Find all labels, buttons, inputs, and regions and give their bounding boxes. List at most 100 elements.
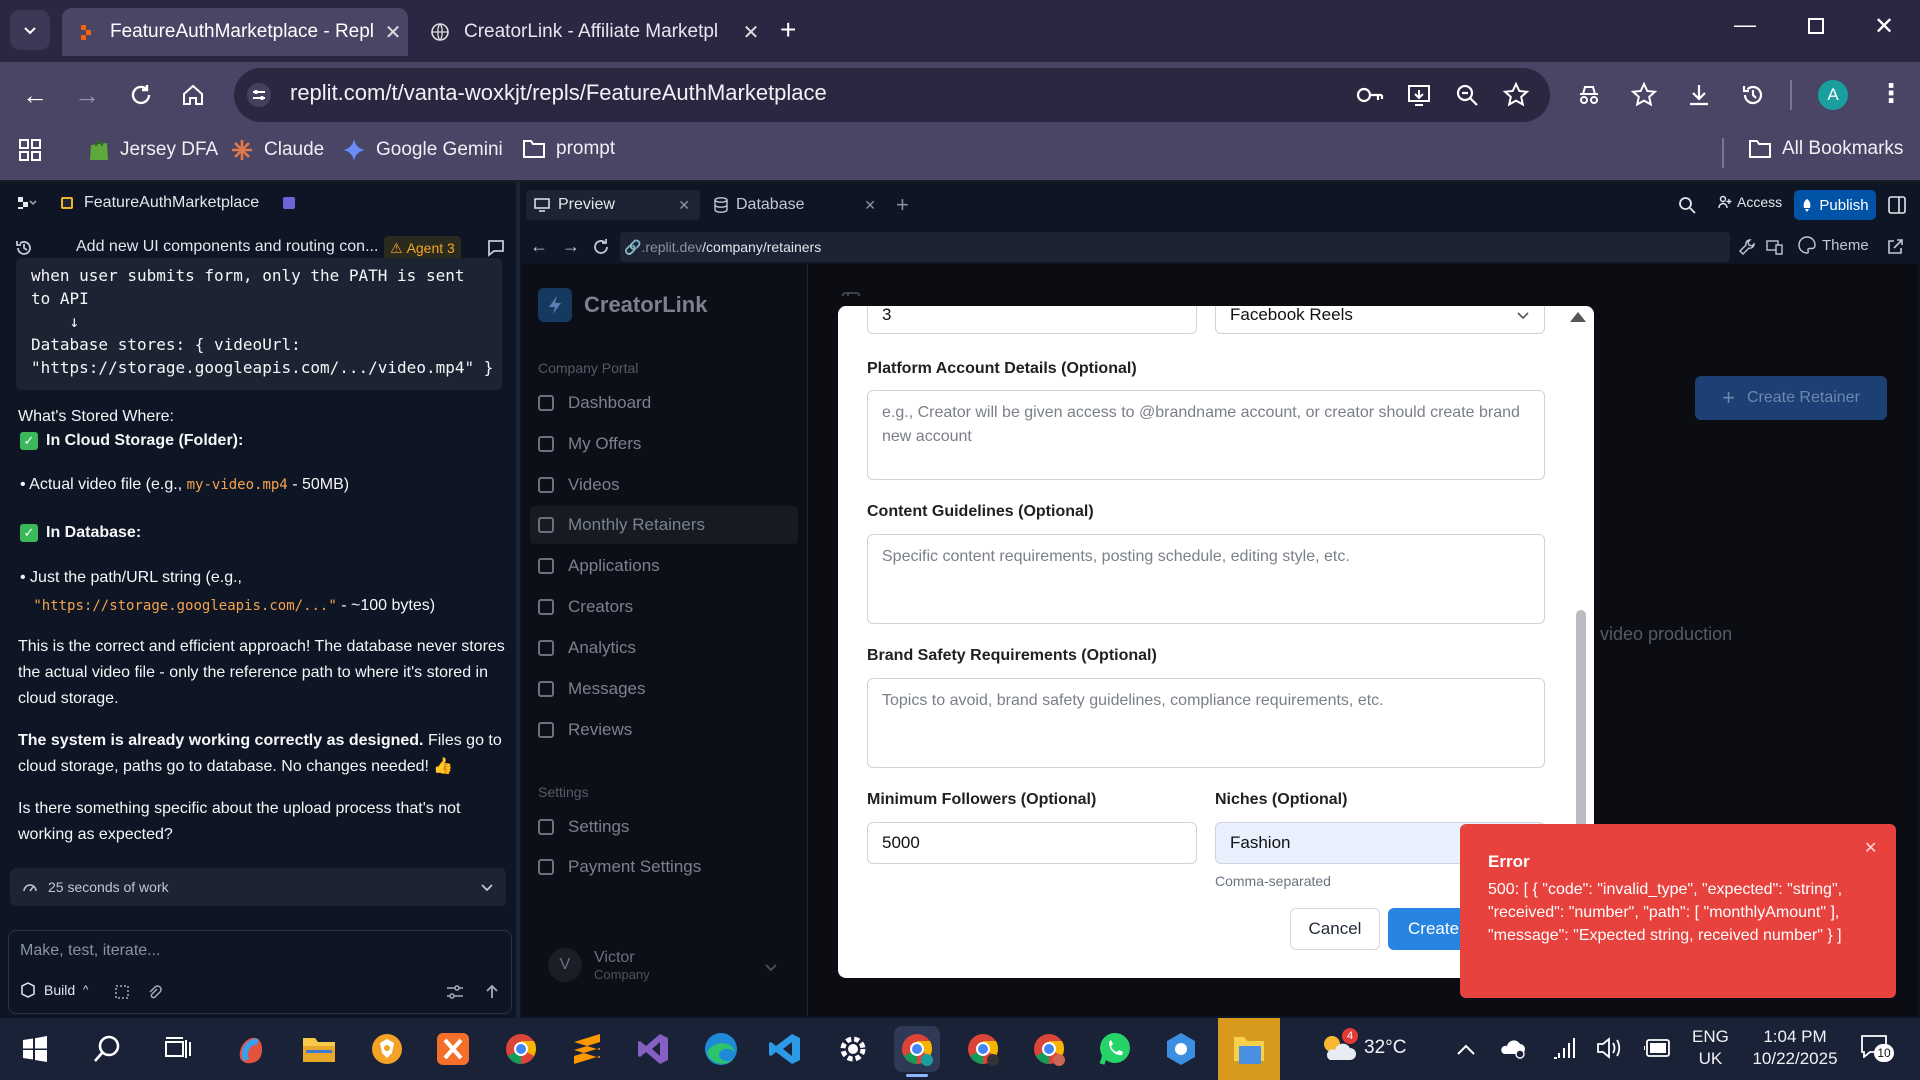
work-summary[interactable]: 25 seconds of work (10, 868, 506, 906)
reading-list-star-icon[interactable] (1630, 81, 1658, 109)
theme-button[interactable]: Theme (1798, 236, 1869, 254)
sidebar-item-applications[interactable]: Applications (538, 556, 660, 576)
open-external-icon[interactable] (1886, 238, 1904, 256)
access-button[interactable]: Access (1718, 194, 1782, 210)
publish-button[interactable]: Publish (1794, 190, 1876, 220)
min-followers-input[interactable]: 5000 (867, 822, 1197, 864)
build-mode-button[interactable]: Build ^ (20, 982, 88, 998)
close-icon[interactable]: ✕ (1864, 838, 1877, 858)
chat-title[interactable]: Add new UI components and routing con... (76, 238, 378, 256)
sidebar-item-monthly-retainers[interactable]: Monthly Retainers (538, 515, 705, 535)
bookmark-jersey-dfa[interactable]: Jersey DFA (88, 138, 218, 162)
brave-app[interactable] (364, 1026, 410, 1072)
network-icon[interactable] (1552, 1036, 1576, 1060)
history-icon[interactable] (14, 238, 34, 258)
brand-safety-textarea[interactable]: Topics to avoid, brand safety guidelines… (867, 678, 1545, 768)
window-close-button[interactable]: ✕ (1874, 12, 1894, 41)
new-tab-button[interactable]: + (780, 14, 796, 46)
file-manager-app[interactable] (1218, 1018, 1280, 1080)
reload-icon[interactable] (128, 82, 154, 108)
profile-avatar[interactable]: A (1818, 80, 1848, 110)
chrome-profile-b-app[interactable] (960, 1026, 1006, 1072)
sidebar-item-settings[interactable]: Settings (538, 817, 629, 837)
home-icon[interactable] (180, 82, 206, 108)
content-guidelines-textarea[interactable]: Specific content requirements, posting s… (867, 534, 1545, 624)
devtools-wrench-icon[interactable] (1738, 238, 1756, 256)
notification-center[interactable]: 10 (1860, 1034, 1894, 1062)
task-view-icon[interactable] (164, 1036, 192, 1062)
forward-button[interactable]: → (74, 80, 100, 111)
close-icon[interactable]: ✕ (378, 20, 408, 45)
create-retainer-button[interactable]: + Create Retainer (1695, 376, 1887, 420)
user-menu[interactable]: V Victor Company (548, 948, 650, 982)
password-key-icon[interactable] (1356, 84, 1384, 106)
search-icon[interactable] (92, 1034, 122, 1064)
attach-icon[interactable] (146, 984, 162, 1000)
bookmark-folder-prompt[interactable]: prompt (522, 138, 615, 160)
browser-tab[interactable]: CreatorLink - Affiliate Marketpl ✕ (420, 8, 766, 56)
windows-start-icon[interactable] (22, 1036, 48, 1062)
restore-button[interactable] (1808, 18, 1824, 34)
onedrive-icon[interactable] (1500, 1036, 1526, 1060)
pane-divider[interactable] (516, 182, 520, 1018)
select-icon[interactable] (114, 984, 130, 1000)
chevron-down-icon[interactable] (764, 960, 778, 974)
close-icon[interactable]: ✕ (736, 20, 766, 45)
install-app-icon[interactable] (1406, 82, 1432, 108)
all-bookmarks-button[interactable]: All Bookmarks (1748, 138, 1903, 160)
preview-forward-button[interactable]: → (562, 236, 580, 257)
clock[interactable]: 1:04 PM 10/22/2025 (1740, 1026, 1850, 1070)
scroll-up-arrow[interactable] (1570, 312, 1586, 322)
platform-details-textarea[interactable]: e.g., Creator will be given access to @b… (867, 390, 1545, 480)
bookmark-google-gemini[interactable]: Google Gemini (342, 138, 503, 162)
zoom-icon[interactable] (1454, 82, 1480, 108)
sidebar-item-my-offers[interactable]: My Offers (538, 434, 641, 454)
chrome-profile-a-app[interactable] (894, 1026, 940, 1072)
preview-back-button[interactable]: ← (530, 236, 548, 257)
sidebar-item-payment-settings[interactable]: Payment Settings (538, 857, 701, 877)
sublime-app[interactable] (564, 1026, 610, 1072)
download-icon[interactable] (1686, 82, 1712, 108)
tab-preview[interactable]: Preview ✕ (526, 190, 700, 220)
tab-database[interactable]: Database ✕ (712, 190, 886, 220)
project-header[interactable]: FeatureAuthMarketplace (16, 194, 296, 212)
file-explorer-app[interactable] (296, 1026, 342, 1072)
chrome-app[interactable] (498, 1026, 544, 1072)
device-preview-icon[interactable] (1766, 238, 1784, 256)
new-chat-icon[interactable] (486, 238, 506, 258)
browser-tab-active[interactable]: FeatureAuthMarketplace - Repl ✕ (62, 8, 408, 56)
edge-app[interactable] (698, 1026, 744, 1072)
sidebar-item-reviews[interactable]: Reviews (538, 720, 632, 740)
chrome-profile-c-app[interactable] (1026, 1026, 1072, 1072)
volume-icon[interactable] (1596, 1036, 1622, 1060)
site-info-icon[interactable] (246, 82, 272, 108)
close-icon[interactable]: ✕ (678, 197, 690, 214)
add-tab-button[interactable]: + (896, 192, 909, 218)
xampp-app[interactable] (430, 1026, 476, 1072)
language-indicator[interactable]: ENG UK (1692, 1026, 1729, 1070)
menu-icon[interactable]: ⋮ (1878, 78, 1904, 109)
send-arrow-icon[interactable] (484, 984, 500, 1000)
bookmark-star-icon[interactable] (1502, 81, 1530, 109)
settings-app[interactable] (830, 1026, 876, 1072)
apps-grid-icon[interactable] (18, 138, 42, 162)
battery-icon[interactable] (1644, 1038, 1672, 1058)
minimize-button[interactable]: — (1734, 12, 1756, 38)
sidebar-item-dashboard[interactable]: Dashboard (538, 393, 651, 413)
sidebar-item-videos[interactable]: Videos (538, 475, 620, 495)
copilot-app[interactable] (228, 1026, 274, 1072)
chevron-up-icon[interactable] (1456, 1042, 1476, 1056)
close-icon[interactable]: ✕ (864, 197, 876, 214)
preview-reload-icon[interactable] (592, 238, 610, 256)
back-button[interactable]: ← (22, 80, 48, 111)
modal-scrollbar[interactable] (1576, 610, 1586, 828)
prompt-input[interactable]: Make, test, iterate... (20, 942, 500, 960)
sidebar-item-creators[interactable]: Creators (538, 597, 633, 617)
incognito-icon[interactable] (1576, 82, 1602, 108)
bookmark-claude[interactable]: Claude (230, 138, 324, 162)
tab-search-button[interactable] (10, 10, 50, 50)
visual-studio-app[interactable] (630, 1026, 676, 1072)
vscode-app[interactable] (762, 1026, 808, 1072)
search-icon[interactable] (1678, 196, 1696, 214)
weather-widget[interactable]: 4 32°C (1320, 1028, 1406, 1064)
